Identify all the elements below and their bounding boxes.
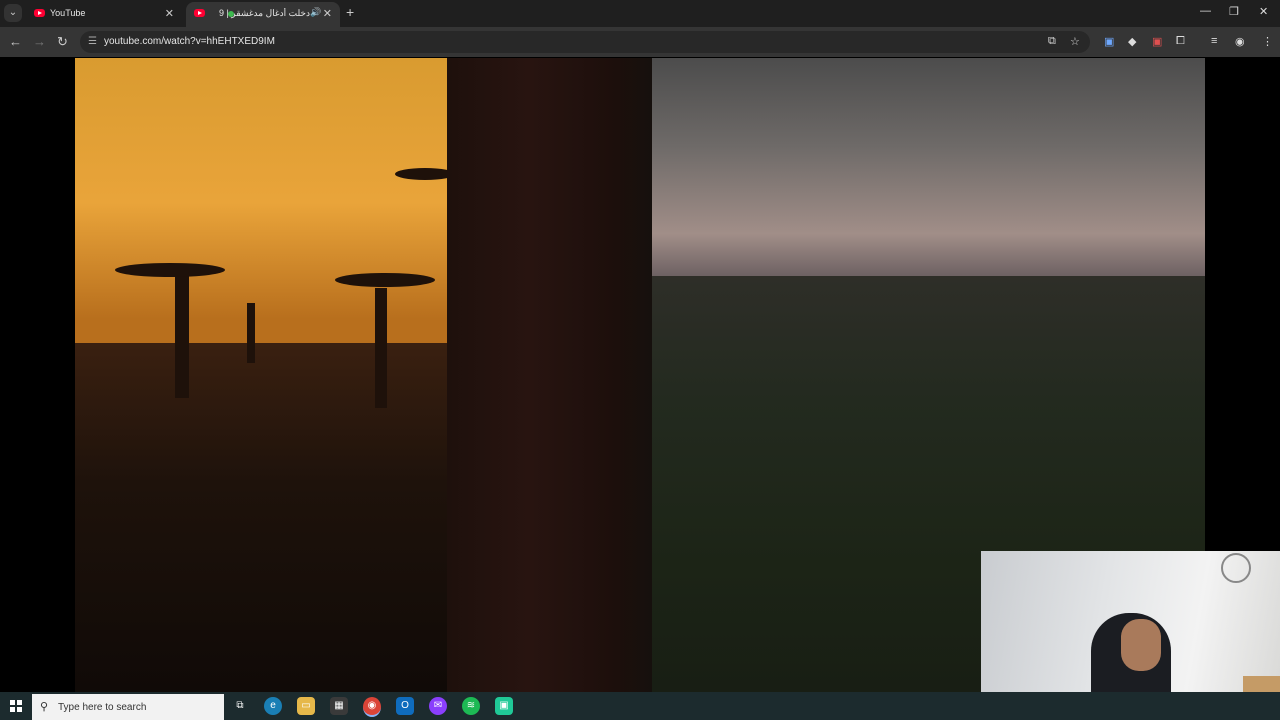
baobab-tree	[175, 268, 189, 398]
tab-close-icon[interactable]: ✕	[323, 7, 332, 20]
chrome-icon[interactable]: ◉	[363, 697, 381, 717]
edge-icon[interactable]: e	[264, 697, 282, 715]
app-icon[interactable]: ▣	[495, 697, 513, 715]
search-placeholder: Type here to search	[58, 702, 147, 713]
baobab-tree	[375, 288, 387, 408]
media-controls-icon[interactable]: ≡	[1211, 35, 1217, 47]
taskbar: ⚲ Type here to search ⧉ e ▭ ▦ ◉ O ✉ ≋ ▣	[0, 692, 1280, 720]
youtube-icon	[194, 9, 205, 17]
reload-button[interactable]: ↻	[57, 34, 68, 50]
sunset-sky	[75, 58, 455, 348]
tab-close-icon[interactable]: ✕	[165, 7, 174, 20]
new-tab-button[interactable]: +	[346, 4, 354, 20]
tab-video[interactable]: دخلت أدغال مدغشقر | 9 🔊 ✕	[186, 2, 340, 27]
minimize-button[interactable]: —	[1200, 5, 1211, 17]
streamer-face	[1121, 619, 1161, 671]
task-view-icon[interactable]: ⧉	[231, 697, 249, 715]
menu-kebab-icon[interactable]: ⋮	[1262, 35, 1273, 48]
install-app-icon[interactable]: ⧉	[1048, 35, 1056, 48]
restore-button[interactable]: ❐	[1229, 5, 1239, 18]
tab-search-button[interactable]: ⌄	[4, 4, 22, 22]
profile-icon[interactable]: ◉	[1235, 35, 1245, 48]
browser-toolbar: ← → ↻ ☰ youtube.com/watch?v=hhEHTXED9IM …	[0, 27, 1280, 57]
close-button[interactable]: ✕	[1259, 5, 1268, 18]
baobab-trunk-foreground	[447, 58, 652, 692]
site-info-icon[interactable]: ☰	[88, 36, 97, 47]
speaker-icon[interactable]: 🔊	[310, 7, 321, 18]
bookmark-star-icon[interactable]: ☆	[1070, 35, 1080, 48]
forward-button[interactable]: →	[33, 34, 46, 49]
dark-ground	[75, 343, 455, 692]
spotify-icon[interactable]: ≋	[462, 697, 480, 715]
baobab-crown	[335, 273, 435, 287]
baobab-crown	[115, 263, 225, 277]
search-icon: ⚲	[40, 701, 49, 713]
tab-title: YouTube	[50, 8, 86, 18]
address-bar[interactable]: ☰ youtube.com/watch?v=hhEHTXED9IM ⧉ ☆	[80, 31, 1090, 53]
file-explorer-icon[interactable]: ▭	[297, 697, 315, 715]
tab-youtube[interactable]: YouTube ✕	[26, 2, 182, 27]
taskbar-search[interactable]: ⚲ Type here to search	[32, 694, 224, 720]
cloudy-sky	[620, 58, 1205, 278]
pdf-extension-icon[interactable]: ▣	[1152, 35, 1162, 48]
extensions-puzzle-icon[interactable]: ⧠	[1176, 35, 1185, 48]
translate-extension-icon[interactable]: ▣	[1104, 35, 1114, 48]
url-text[interactable]: youtube.com/watch?v=hhEHTXED9IM	[104, 36, 275, 47]
windows-start-icon[interactable]	[10, 700, 22, 712]
back-button[interactable]: ←	[9, 34, 22, 49]
youtube-icon	[34, 9, 45, 17]
baobab-crown	[395, 168, 455, 180]
messenger-icon[interactable]: ✉	[429, 697, 447, 715]
ceiling-lamp	[1221, 553, 1251, 583]
baobab-tree	[247, 303, 255, 363]
store-icon[interactable]: ▦	[330, 697, 348, 715]
outlook-icon[interactable]: O	[396, 697, 414, 715]
extension-icon[interactable]: ◆	[1128, 35, 1136, 48]
tab-strip: ⌄ YouTube ✕ دخلت أدغال مدغشقر | 9 🔊 ✕ + …	[0, 0, 1280, 27]
tab-title: دخلت أدغال مدغشقر | 9	[218, 8, 310, 18]
